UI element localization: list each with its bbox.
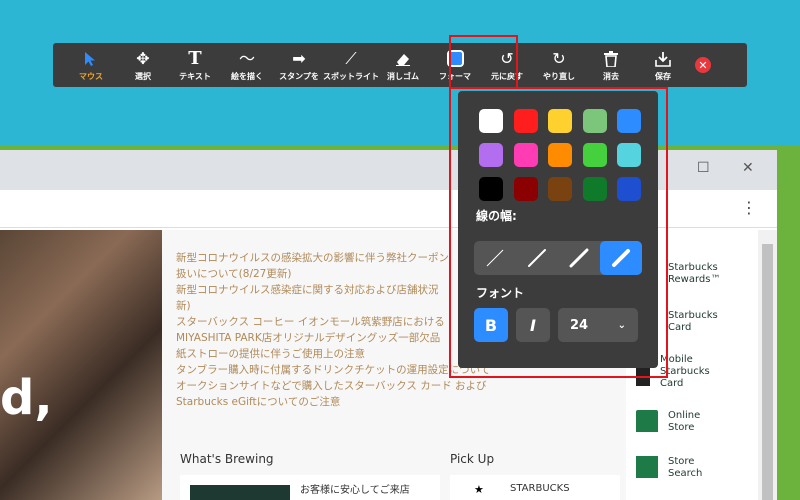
tool-label: 選択	[135, 71, 151, 81]
font-size-dropdown[interactable]: 24 ⌄	[558, 308, 638, 342]
pickup-card[interactable]: ★ STARBUCKS	[450, 475, 620, 500]
cursor-icon	[84, 49, 98, 69]
save-icon	[655, 49, 671, 69]
menu-kebab-icon[interactable]: ⋮	[741, 198, 757, 217]
tool-format[interactable]: フォーマ	[429, 43, 481, 87]
color-swatch[interactable]	[513, 177, 538, 201]
line-width-selector	[474, 241, 642, 275]
tool-clear[interactable]: 消去	[585, 43, 637, 87]
browser-inner: ☐ ✕ ⋮ d, 新型コロナウイルスの感染拡大の影響に伴う弊社クーポン 扱いにつ…	[0, 150, 777, 500]
spotlight-icon: ⟋	[345, 48, 357, 68]
move-icon: ✥	[136, 48, 150, 68]
line-width-label: 線の幅:	[476, 209, 517, 223]
line-width-2[interactable]	[516, 241, 558, 275]
maximize-icon[interactable]: ☐	[697, 160, 710, 176]
pickup-item-text: STARBUCKS	[510, 483, 570, 494]
line-width-3[interactable]	[558, 241, 600, 275]
trash-icon	[604, 49, 618, 69]
color-swatch[interactable]	[582, 109, 607, 133]
italic-button[interactable]: I	[516, 308, 550, 342]
tool-label: やり直し	[543, 71, 575, 81]
line-width-4[interactable]	[600, 241, 642, 275]
tool-label: 消しゴム	[387, 71, 419, 81]
pick-up-title: Pick Up	[450, 452, 495, 466]
bold-button[interactable]: B	[474, 308, 508, 342]
browser-titlebar: ☐ ✕	[0, 150, 777, 190]
stamp-icon: ➡	[292, 48, 306, 68]
color-swatch[interactable]	[548, 109, 572, 133]
format-icon	[446, 49, 464, 69]
format-popup: 線の幅: フォント B I 24 ⌄	[458, 91, 658, 368]
whats-brewing-title: What's Brewing	[180, 452, 274, 466]
tool-undo[interactable]: ↺ 元に戻す	[481, 43, 533, 87]
tool-label: 絵を描く	[231, 71, 263, 81]
sidebar-label: Starbucks Rewards™	[668, 262, 721, 285]
color-palette	[479, 109, 641, 201]
tool-spotlight[interactable]: ⟋ スポットライト	[323, 43, 379, 87]
scrollbar-thumb[interactable]	[762, 244, 773, 500]
color-swatch[interactable]	[617, 177, 641, 201]
bag-icon	[636, 410, 658, 432]
tool-redo[interactable]: ↻ やり直し	[533, 43, 585, 87]
tool-label: 消去	[603, 71, 619, 81]
color-swatch[interactable]	[617, 143, 641, 167]
color-swatch[interactable]	[479, 109, 503, 133]
web-page: d, 新型コロナウイルスの感染拡大の影響に伴う弊社クーポン 扱いについて(8/2…	[0, 230, 777, 500]
sidebar-item-online-store[interactable]: Online Store	[636, 410, 718, 434]
tool-draw[interactable]: 〜 絵を描く	[221, 43, 273, 87]
sidebar-label: Starbucks Card	[668, 310, 718, 333]
line-width-1[interactable]	[474, 241, 516, 275]
close-toolbar-button[interactable]: ✕	[695, 57, 711, 73]
color-swatch[interactable]	[479, 143, 503, 167]
annotation-toolbar: マウス ✥ 選択 T テキスト 〜 絵を描く ➡ スタンプを ⟋ スポットライト…	[53, 43, 747, 87]
news-item[interactable]: オークションサイトなどで購入したスターバックス カード および	[176, 378, 636, 394]
sidebar-label: Mobile Starbucks Card	[660, 354, 710, 389]
page-scrollbar[interactable]	[758, 230, 777, 500]
tool-label: 保存	[655, 71, 671, 81]
tool-eraser[interactable]: 消しゴム	[377, 43, 429, 87]
tool-stamp[interactable]: ➡ スタンプを	[273, 43, 325, 87]
font-size-value: 24	[570, 317, 589, 333]
font-label: フォント	[476, 286, 525, 300]
tool-label: マウス	[79, 71, 103, 81]
brewing-item-text: お客様に安心してご来店	[300, 485, 410, 496]
draw-icon: 〜	[238, 48, 255, 68]
color-swatch[interactable]	[548, 143, 572, 167]
tool-label: スタンプを	[279, 71, 319, 81]
color-swatch[interactable]	[582, 143, 607, 167]
address-bar: ⋮	[0, 190, 777, 228]
tool-label: スポットライト	[323, 71, 379, 81]
hero-image: d,	[0, 230, 162, 500]
tool-label: 元に戻す	[491, 71, 523, 81]
news-item[interactable]: Starbucks eGiftについてのご注意	[176, 394, 636, 410]
star-icon: ★	[474, 483, 484, 496]
color-swatch[interactable]	[479, 177, 503, 201]
tool-save[interactable]: 保存	[637, 43, 689, 87]
browser-window: ☐ ✕ ⋮ d, 新型コロナウイルスの感染拡大の影響に伴う弊社クーポン 扱いにつ…	[0, 145, 800, 500]
tool-mouse[interactable]: マウス	[65, 43, 117, 87]
store-icon	[636, 456, 658, 478]
sidebar-label: Store Search	[668, 456, 703, 479]
close-window-icon[interactable]: ✕	[742, 160, 754, 176]
tool-label: テキスト	[179, 71, 211, 81]
chevron-down-icon: ⌄	[617, 319, 626, 331]
hero-text: d,	[0, 370, 53, 426]
tool-select[interactable]: ✥ 選択	[117, 43, 169, 87]
color-swatch[interactable]	[513, 109, 538, 133]
color-swatch[interactable]	[548, 177, 572, 201]
color-swatch[interactable]	[617, 109, 641, 133]
eraser-icon	[395, 49, 411, 69]
tool-label: フォーマ	[439, 71, 471, 81]
font-controls: B I 24 ⌄	[474, 308, 638, 342]
color-swatch[interactable]	[513, 143, 538, 167]
sidebar-label: Online Store	[668, 410, 701, 433]
undo-icon: ↺	[500, 48, 514, 68]
brewing-card[interactable]: お客様に安心してご来店	[180, 475, 440, 500]
brewing-thumbnail	[190, 485, 290, 500]
text-icon: T	[188, 47, 202, 69]
color-swatch[interactable]	[582, 177, 607, 201]
sidebar-item-store-search[interactable]: Store Search	[636, 456, 718, 480]
redo-icon: ↻	[552, 48, 566, 68]
tool-text[interactable]: T テキスト	[169, 43, 221, 87]
